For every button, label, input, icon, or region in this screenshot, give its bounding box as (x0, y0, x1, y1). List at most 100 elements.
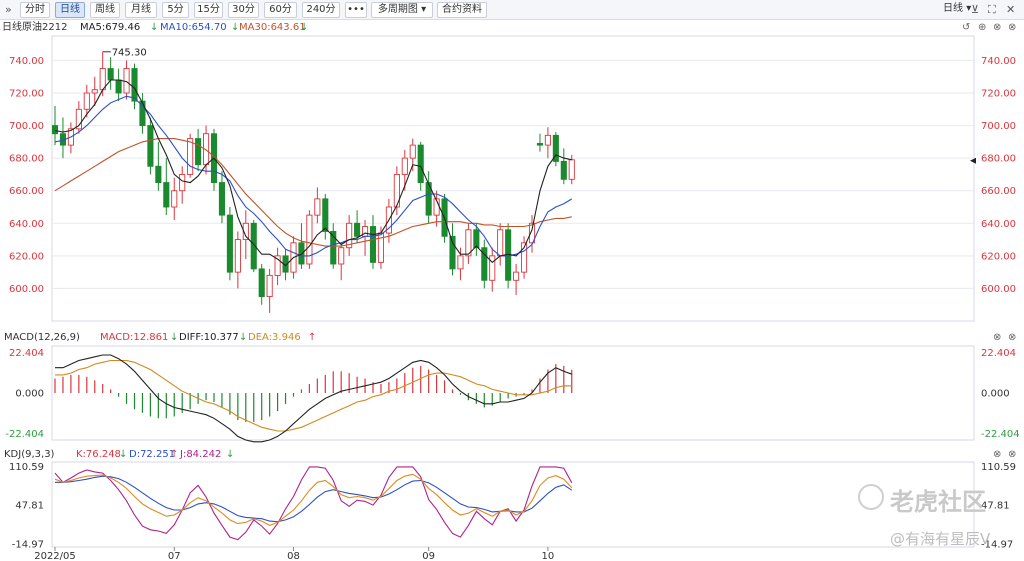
candle-up (99, 68, 106, 91)
candle-up (362, 226, 369, 237)
close-icon[interactable]: ⊗ (993, 448, 1001, 462)
fullscreen-icon[interactable]: ⛶ (988, 3, 996, 17)
ma10-value: MA10:654.70 (160, 22, 227, 33)
candle-up (314, 198, 321, 216)
add-icon[interactable]: ⊕ (978, 21, 986, 35)
period-button-7[interactable]: 60分 (264, 2, 297, 18)
candle-down (536, 143, 543, 146)
period-button-3[interactable]: 月线 (125, 2, 157, 18)
candle-down (51, 125, 59, 135)
candle-up (266, 274, 273, 298)
price-tick-right: 600.00 (981, 284, 1016, 295)
candle-up (513, 271, 520, 281)
j-line (54, 466, 573, 541)
candle-up (377, 232, 385, 263)
ma5-value: MA5:679.46 (80, 22, 141, 33)
diff-line (55, 354, 572, 443)
contract-info-button[interactable]: 合约资料 (437, 2, 487, 18)
candle-down (59, 133, 66, 146)
current-price-marker-icon (970, 157, 976, 164)
price-tick-right: 740.00 (981, 56, 1016, 67)
multi-period-dropdown[interactable]: 多周期图 ▾ (371, 2, 433, 18)
candle-down (369, 226, 377, 263)
price-panel-frame (51, 35, 975, 322)
candle-down (298, 242, 305, 265)
period-button-8[interactable]: 240分 (302, 2, 340, 18)
watermark: 老虎社区 @有海有星辰V (858, 484, 1018, 554)
period-button-5[interactable]: 15分 (194, 2, 223, 18)
j-value: J:84.242 (180, 449, 222, 460)
macd-tick-right: 0.000 (981, 389, 1010, 400)
period-button-4[interactable]: 5分 (162, 2, 189, 18)
close-icon[interactable]: ⊗ (1008, 331, 1016, 345)
candle-up (290, 242, 297, 273)
price-chart: 600.00 600.00 620.00 620.00 640.00 640.00 660.… (9, 35, 1016, 322)
close-icon[interactable]: ⊗ (993, 21, 1001, 35)
candle-down (481, 247, 488, 281)
candle-up (497, 229, 504, 257)
ma5-line (54, 79, 572, 267)
macd-tick-left: -22.404 (5, 429, 44, 440)
k-arrow-icon: ↓ (119, 449, 128, 460)
diff-value: DIFF:10.377 (179, 332, 239, 343)
candle-down (425, 182, 432, 216)
refresh-icon[interactable]: ↺ (962, 21, 970, 35)
price-tick-right: 700.00 (981, 121, 1016, 132)
diff-arrow-icon: ↓ (239, 332, 248, 343)
candle-down (210, 133, 218, 184)
candle-up (234, 239, 241, 273)
price-tick-left: 720.00 (9, 89, 44, 100)
close-icon[interactable]: ⊗ (1008, 448, 1016, 462)
minimize-icon[interactable]: ⊻ (971, 3, 979, 17)
kdj-tick-right: 110.59 (981, 462, 1016, 473)
candle-down (282, 255, 289, 273)
kdj-panel-frame (51, 461, 975, 548)
candle-up (433, 198, 440, 216)
close-icon[interactable]: ✕ (1006, 3, 1015, 17)
period-button-0[interactable]: 分时 (20, 2, 50, 18)
candle-down (115, 79, 122, 94)
candle-up (528, 222, 536, 244)
price-tick-right: 660.00 (981, 186, 1016, 197)
caret-down-icon: ▾ (421, 4, 427, 15)
candle-up (346, 222, 353, 249)
candle-down (155, 165, 162, 184)
close-icon[interactable]: ⊗ (993, 331, 1001, 345)
candle-up (91, 89, 98, 94)
j-arrow-icon: ↓ (226, 449, 235, 460)
candle-up (306, 214, 313, 265)
candle-up (274, 255, 281, 276)
x-axis-label: 07 (168, 551, 181, 561)
period-button-2[interactable]: 周线 (90, 2, 120, 18)
more-periods-button[interactable]: ••• (345, 2, 367, 18)
watermark-brand: 老虎社区 (890, 488, 986, 516)
dea-value: DEA:3.946 (248, 332, 301, 343)
candle-up (457, 255, 464, 270)
ma5-arrow-icon: ↓ (150, 22, 159, 33)
candle-up (544, 134, 551, 146)
candle-up (385, 206, 392, 234)
candle-up (179, 173, 186, 192)
kdj-indicator-name: KDJ(9,3,3) (4, 449, 55, 460)
candle-down (322, 198, 329, 232)
macd-tick-right: -22.404 (981, 429, 1020, 440)
period-button-6[interactable]: 30分 (228, 2, 259, 18)
price-tick-left: 640.00 (9, 219, 44, 230)
price-tick-left: 740.00 (9, 56, 44, 67)
candle-up (123, 68, 130, 94)
double-chevron-right-icon[interactable]: » (5, 3, 12, 17)
candle-up (202, 133, 210, 166)
high-annotation-label: 745.30 (112, 47, 147, 58)
chart-toolbar: » 分时 日线 周线 月线 5分 15分 30分 60分 240分 ••• 多周期图 ▾ 合约资… (0, 0, 1024, 20)
candle-down (131, 68, 138, 102)
price-info-row: 日线 原油2212 MA5:679.46 ↓ MA10:654.70 ↓ MA3… (0, 21, 1024, 35)
candle-up (401, 157, 408, 175)
x-axis-label: 09 (422, 551, 435, 561)
candle-up (393, 173, 400, 208)
price-tick-right: 620.00 (981, 251, 1016, 262)
close-icon[interactable]: ⊗ (1008, 21, 1016, 35)
dea-arrow-icon: ↑ (308, 332, 317, 343)
period-button-1[interactable]: 日线 (55, 2, 85, 18)
d-line (55, 475, 573, 523)
dea-line (55, 359, 572, 432)
